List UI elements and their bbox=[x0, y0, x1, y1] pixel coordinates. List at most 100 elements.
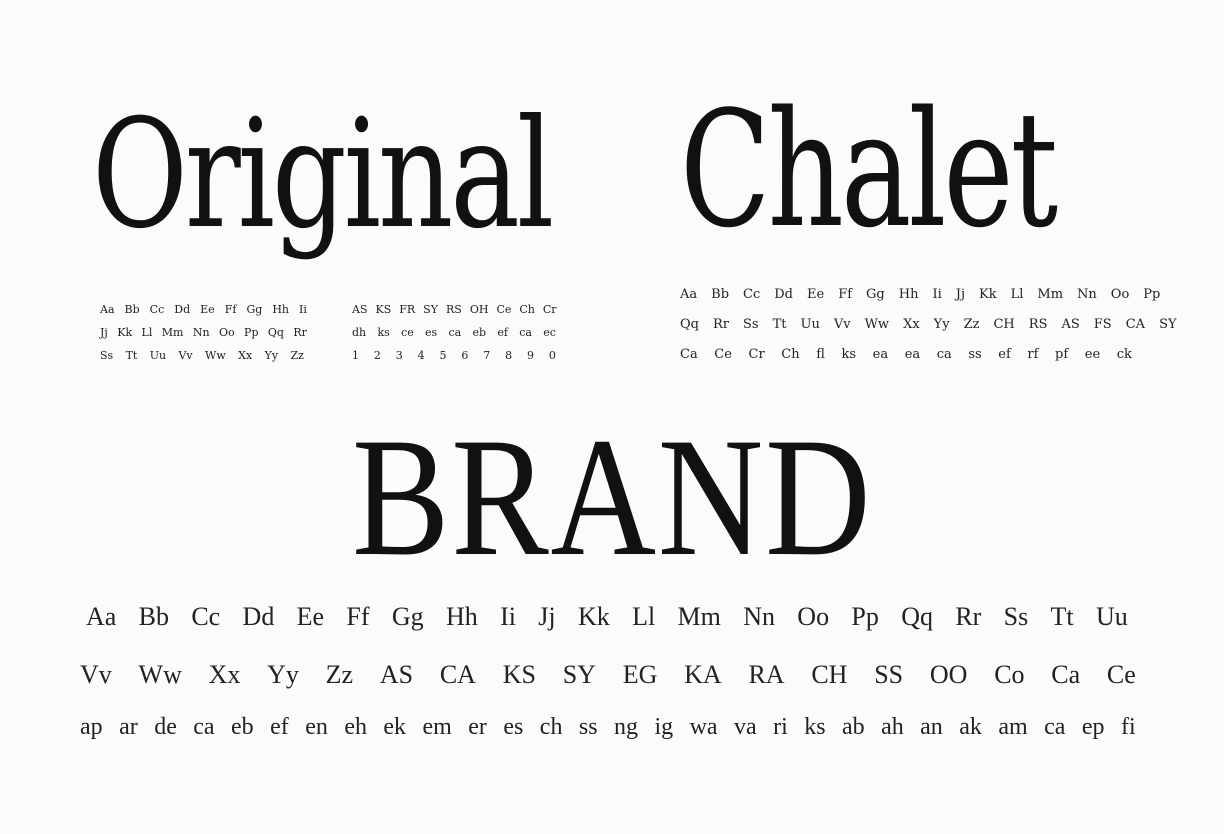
glyph-sample: Xx bbox=[238, 349, 253, 362]
glyph-sample: eb bbox=[472, 326, 487, 339]
glyph-sample: SS bbox=[874, 660, 904, 689]
glyph-sample: Ch bbox=[519, 303, 535, 316]
glyph-sample: ea bbox=[872, 347, 889, 362]
glyph-sample: wa bbox=[689, 714, 718, 740]
glyph-sample: Cr bbox=[542, 303, 557, 316]
glyph-sample: Xx bbox=[903, 317, 920, 332]
glyph-sample: Ff bbox=[346, 602, 370, 631]
glyph-sample: rf bbox=[1027, 347, 1039, 362]
glyph-sample: Tt bbox=[1050, 602, 1074, 631]
glyph-sample: Zz bbox=[290, 349, 304, 362]
glyph-sample: SY bbox=[562, 660, 596, 689]
glyph-sample: OH bbox=[469, 303, 489, 316]
glyph-sample: Oo bbox=[219, 326, 235, 339]
glyph-sample: Vv bbox=[178, 349, 193, 362]
glyph-sample: Ce bbox=[714, 347, 732, 362]
glyph-sample: Tt bbox=[772, 317, 787, 332]
glyph-sample: Cc bbox=[191, 602, 221, 631]
glyph-sample: FR bbox=[399, 303, 416, 316]
glyph-sample: ce bbox=[401, 326, 414, 339]
glyph-sample: Nn bbox=[743, 602, 775, 631]
original-letters-row: Ss Tt Uu Vv Ww Xx Yy Zz bbox=[100, 349, 312, 362]
glyph-sample: RS bbox=[1028, 317, 1048, 332]
glyph-sample: Ll bbox=[1010, 287, 1024, 302]
glyph-sample: Qq bbox=[680, 317, 699, 332]
glyph-sample: Ii bbox=[932, 287, 942, 302]
original-letters-row: Jj Kk Ll Mm Nn Oo Pp Qq Rr bbox=[100, 326, 315, 339]
glyph-sample: 5 bbox=[439, 349, 447, 362]
glyph-sample: ep bbox=[1081, 714, 1105, 740]
glyph-sample: AS bbox=[352, 303, 368, 316]
glyph-sample: Mm bbox=[1037, 287, 1064, 302]
glyph-sample: ig bbox=[654, 714, 674, 740]
glyph-sample: ap bbox=[80, 714, 103, 740]
glyph-sample: 7 bbox=[483, 349, 491, 362]
glyph-sample: Ww bbox=[205, 349, 226, 362]
glyph-sample: Jj bbox=[538, 602, 556, 631]
glyph-sample: EG bbox=[622, 660, 658, 689]
glyph-sample: Pp bbox=[1143, 287, 1161, 302]
brand-ligatures-row: ap ar de ca eb ef en eh ek em er es ch ss ng ig wa va ri ks… bbox=[80, 714, 1150, 741]
glyph-sample: CA bbox=[439, 660, 476, 689]
chalet-glyph-row: Qq Rr Ss Tt Uu Vv Ww Xx Yy Zz CH RS AS FS CA SY bbox=[680, 317, 1177, 332]
glyph-sample: Ww bbox=[138, 660, 182, 689]
glyph-sample: OO bbox=[929, 660, 968, 689]
glyph-sample: ef bbox=[497, 326, 508, 339]
glyph-sample: Ch bbox=[781, 347, 800, 362]
glyph-sample: ca bbox=[1044, 714, 1066, 740]
glyph-sample: es bbox=[503, 714, 524, 740]
glyph-sample: de bbox=[154, 714, 177, 740]
glyph-sample: dh bbox=[352, 326, 367, 339]
glyph-sample: Dd bbox=[174, 303, 191, 316]
glyph-sample: ca bbox=[448, 326, 462, 339]
glyph-sample: Uu bbox=[1095, 602, 1128, 631]
glyph-sample: Ee bbox=[296, 602, 325, 631]
glyph-sample: Ff bbox=[224, 303, 237, 316]
glyph-sample: ng bbox=[614, 714, 639, 740]
glyph-sample: er bbox=[468, 714, 487, 740]
glyph-sample: Ss bbox=[100, 349, 114, 362]
glyph-sample: Ss bbox=[743, 317, 759, 332]
glyph-sample: Mm bbox=[677, 602, 721, 631]
glyph-sample: 4 bbox=[417, 349, 425, 362]
chalet-glyph-row: Ca Ce Cr Ch fl ks ea ea ca ss ef rf pf ee ck bbox=[680, 347, 1146, 362]
glyph-sample: ck bbox=[1116, 347, 1132, 362]
glyph-sample: CH bbox=[993, 317, 1015, 332]
glyph-sample: ee bbox=[1084, 347, 1101, 362]
glyph-sample: Nn bbox=[1077, 287, 1097, 302]
original-ligatures-row: dh ks ce es ca eb ef ca ec bbox=[352, 326, 564, 339]
glyph-sample: ks bbox=[841, 347, 857, 362]
glyph-sample: ss bbox=[968, 347, 982, 362]
glyph-sample: eh bbox=[344, 714, 367, 740]
glyph-sample: en bbox=[305, 714, 328, 740]
glyph-sample: Yy bbox=[933, 317, 950, 332]
glyph-sample: Pp bbox=[244, 326, 259, 339]
glyph-sample: Kk bbox=[577, 602, 610, 631]
glyph-sample: Bb bbox=[124, 303, 140, 316]
glyph-sample: Hh bbox=[272, 303, 289, 316]
glyph-sample: FS bbox=[1093, 317, 1112, 332]
glyph-sample: ca bbox=[193, 714, 215, 740]
glyph-sample: Ww bbox=[864, 317, 890, 332]
glyph-sample: 8 bbox=[505, 349, 513, 362]
glyph-sample: Zz bbox=[963, 317, 980, 332]
glyph-sample: Aa bbox=[100, 303, 115, 316]
glyph-sample: Ce bbox=[496, 303, 512, 316]
glyph-sample: ab bbox=[841, 714, 865, 740]
glyph-sample: va bbox=[733, 714, 757, 740]
glyph-sample: 6 bbox=[461, 349, 469, 362]
glyph-sample: KA bbox=[684, 660, 722, 689]
glyph-sample: Co bbox=[994, 660, 1025, 689]
glyph-sample: Oo bbox=[797, 602, 830, 631]
glyph-sample: Mm bbox=[161, 326, 184, 339]
glyph-sample: Zz bbox=[325, 660, 354, 689]
glyph-sample: Qq bbox=[901, 602, 933, 631]
glyph-sample: ch bbox=[539, 714, 563, 740]
glyph-sample: KS bbox=[502, 660, 536, 689]
glyph-sample: Rr bbox=[293, 326, 307, 339]
glyph-sample: CH bbox=[811, 660, 848, 689]
glyph-sample: ca bbox=[936, 347, 952, 362]
glyph-sample: Bb bbox=[138, 602, 169, 631]
glyph-sample: ef bbox=[270, 714, 289, 740]
glyph-sample: Aa bbox=[680, 287, 698, 302]
